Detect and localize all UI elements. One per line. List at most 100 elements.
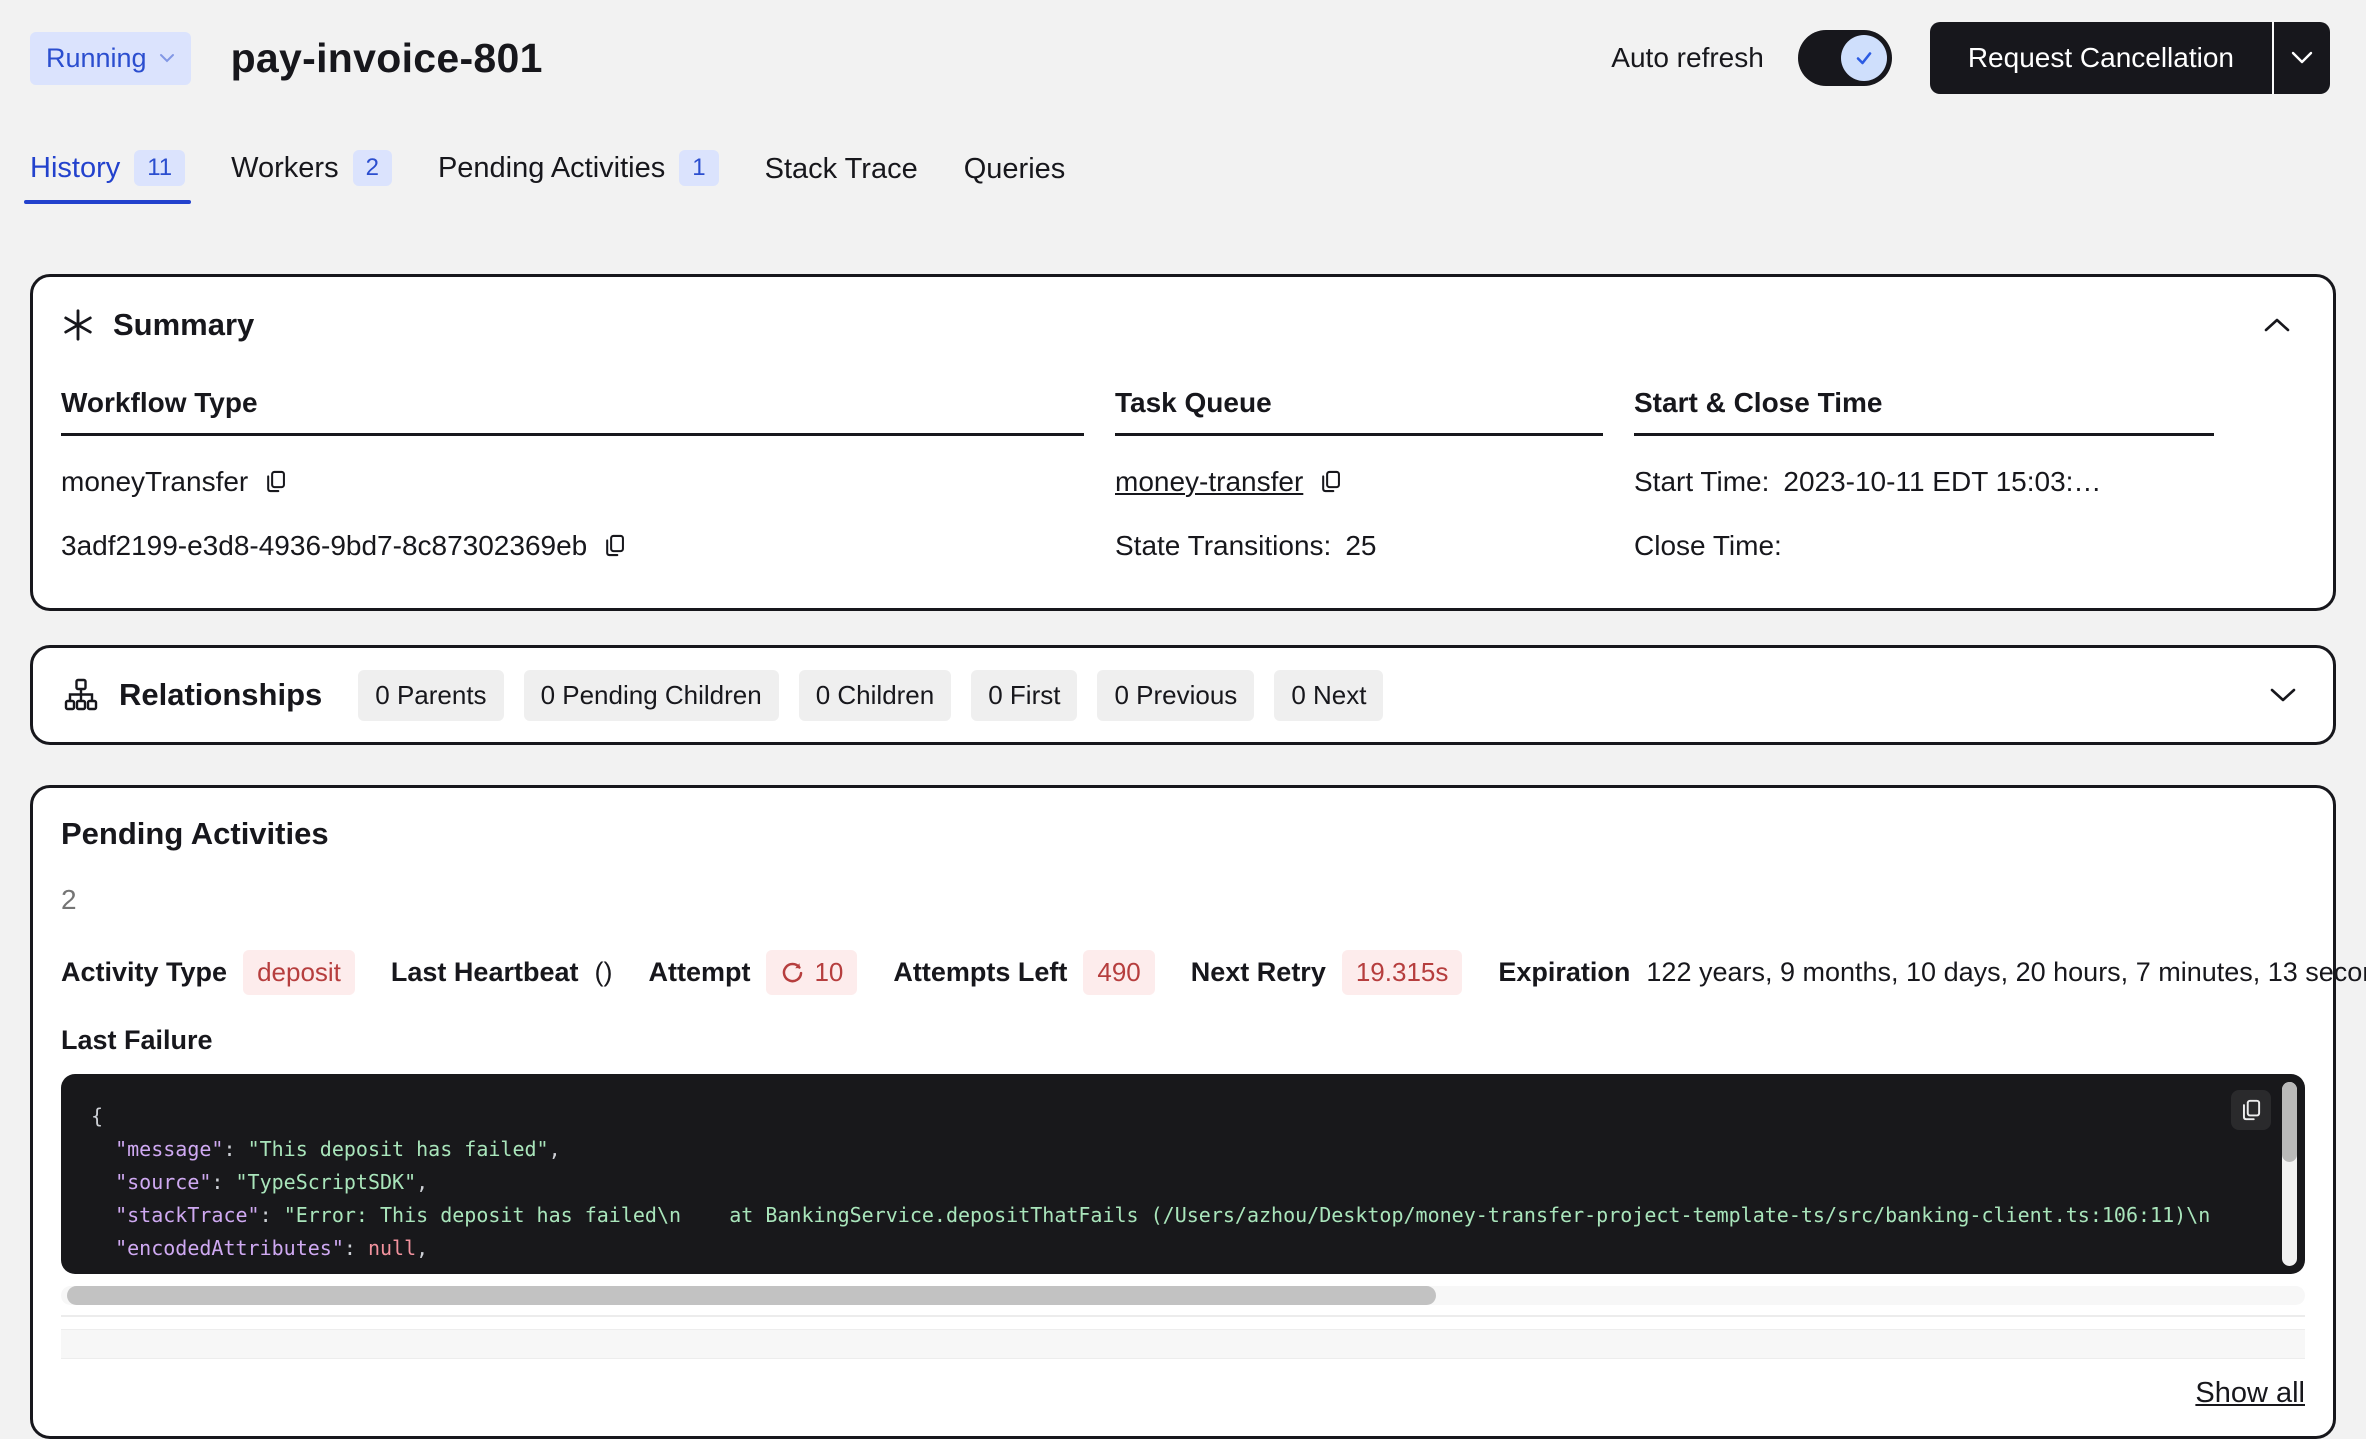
expand-relationships-button[interactable]: [2263, 681, 2303, 709]
next-retry-badge: 19.315s: [1342, 950, 1463, 995]
page-header: Running pay-invoice-801 Auto refresh Req…: [0, 0, 2366, 94]
workflow-type-value: moneyTransfer: [61, 466, 248, 498]
copy-icon: [601, 532, 628, 559]
copy-workflow-type-button[interactable]: [262, 468, 289, 495]
activity-attributes-row: Activity Type deposit Last Heartbeat () …: [61, 950, 2305, 995]
children-count-badge: 0 Children: [799, 670, 952, 721]
toggle-knob: [1841, 35, 1887, 81]
pending-activities-title: Pending Activities: [61, 816, 2305, 852]
show-all-link[interactable]: Show all: [61, 1377, 2305, 1410]
tab-label: Pending Activities: [438, 152, 665, 185]
attempt-attr: Attempt 10: [648, 950, 857, 995]
horizontal-scrollbar-thumb[interactable]: [67, 1286, 1436, 1305]
attempt-label: Attempt: [648, 957, 750, 988]
run-id-value: 3adf2199-e3d8-4936-9bd7-8c87302369eb: [61, 530, 587, 562]
workflow-type-column: Workflow Type moneyTransfer 3adf2199-e3d…: [61, 387, 1084, 564]
vertical-scrollbar[interactable]: [2282, 1082, 2297, 1266]
next-retry-attr: Next Retry 19.315s: [1191, 950, 1463, 995]
summary-title: Summary: [113, 307, 254, 343]
horizontal-scrollbar[interactable]: [61, 1286, 2305, 1305]
chevron-up-icon: [2261, 315, 2293, 335]
relationships-card: Relationships 0 Parents 0 Pending Childr…: [30, 645, 2336, 745]
expiration-attr: Expiration 122 years, 9 months, 10 days,…: [1498, 957, 2366, 988]
start-time-label: Start Time:: [1634, 466, 1769, 498]
pending-children-count-badge: 0 Pending Children: [524, 670, 779, 721]
previous-count-badge: 0 Previous: [1097, 670, 1254, 721]
pending-activities-count: 2: [61, 884, 2305, 916]
auto-refresh-toggle[interactable]: [1798, 30, 1892, 86]
attempts-left-label: Attempts Left: [893, 957, 1067, 988]
title-group: Running pay-invoice-801: [30, 32, 543, 85]
next-count-badge: 0 Next: [1274, 670, 1383, 721]
first-count-badge: 0 First: [971, 670, 1077, 721]
status-label: Running: [46, 43, 147, 74]
state-transitions-value: 25: [1345, 530, 1376, 562]
header-actions: Auto refresh Request Cancellation: [1611, 22, 2330, 94]
last-failure-label: Last Failure: [61, 1025, 2305, 1056]
task-queue-column: Task Queue money-transfer State Transiti…: [1115, 387, 1603, 564]
last-heartbeat-label: Last Heartbeat: [391, 957, 579, 988]
tab-count-badge: 2: [353, 150, 392, 186]
start-close-time-header: Start & Close Time: [1634, 387, 2214, 436]
status-badge[interactable]: Running: [30, 32, 191, 85]
collapsed-activity-row: [61, 1329, 2305, 1359]
tab-bar: History 11 Workers 2 Pending Activities …: [0, 150, 2366, 204]
summary-header: Summary: [61, 307, 2305, 343]
attempt-value: 10: [814, 957, 843, 988]
collapse-summary-button[interactable]: [2257, 311, 2297, 339]
start-time-value: 2023-10-11 EDT 15:03:…: [1783, 466, 2101, 498]
auto-refresh-label: Auto refresh: [1611, 42, 1764, 74]
page-title: pay-invoice-801: [231, 35, 543, 82]
failure-code: { "message": "This deposit has failed", …: [61, 1074, 2305, 1274]
copy-failure-button[interactable]: [2231, 1090, 2271, 1130]
expiration-value: 122 years, 9 months, 10 days, 20 hours, …: [1646, 957, 2366, 988]
tab-label: Stack Trace: [765, 153, 918, 186]
workflow-type-header: Workflow Type: [61, 387, 1084, 436]
attempt-badge: 10: [766, 950, 857, 995]
hierarchy-icon: [63, 677, 99, 713]
attempts-left-badge: 490: [1083, 950, 1154, 995]
copy-icon: [262, 468, 289, 495]
asterisk-icon: [61, 308, 95, 342]
tab-pending-activities[interactable]: Pending Activities 1: [438, 150, 719, 204]
copy-run-id-button[interactable]: [601, 532, 628, 559]
summary-card: Summary Workflow Type moneyTransfer 3adf…: [30, 274, 2336, 611]
check-icon: [1852, 46, 1876, 70]
tab-label: Queries: [964, 153, 1066, 186]
next-retry-label: Next Retry: [1191, 957, 1326, 988]
activity-type-attr: Activity Type deposit: [61, 950, 355, 995]
tab-queries[interactable]: Queries: [964, 153, 1066, 204]
start-close-time-column: Start & Close Time Start Time: 2023-10-1…: [1634, 387, 2214, 564]
activity-type-badge: deposit: [243, 950, 355, 995]
copy-task-queue-button[interactable]: [1317, 468, 1344, 495]
chevron-down-icon: [2267, 685, 2299, 705]
last-failure-code-block: { "message": "This deposit has failed", …: [61, 1074, 2305, 1274]
attempts-left-attr: Attempts Left 490: [893, 950, 1154, 995]
parents-count-badge: 0 Parents: [358, 670, 503, 721]
relationships-title: Relationships: [119, 677, 322, 713]
retry-icon: [780, 960, 805, 985]
tab-history[interactable]: History 11: [30, 150, 185, 204]
copy-icon: [1317, 468, 1344, 495]
pending-activities-card: Pending Activities 2 Activity Type depos…: [30, 785, 2336, 1439]
tab-count-badge: 11: [134, 150, 185, 186]
activity-type-label: Activity Type: [61, 957, 227, 988]
vertical-scrollbar-thumb[interactable]: [2282, 1082, 2297, 1162]
close-time-label: Close Time:: [1634, 530, 1782, 562]
task-queue-header: Task Queue: [1115, 387, 1603, 436]
tab-label: History: [30, 152, 120, 185]
summary-columns: Workflow Type moneyTransfer 3adf2199-e3d…: [61, 387, 2305, 564]
tab-stack-trace[interactable]: Stack Trace: [765, 153, 918, 204]
tab-label: Workers: [231, 152, 338, 185]
tab-workers[interactable]: Workers 2: [231, 150, 392, 204]
last-heartbeat-attr: Last Heartbeat (): [391, 957, 613, 988]
last-heartbeat-value: (): [594, 957, 612, 988]
state-transitions-label: State Transitions:: [1115, 530, 1331, 562]
tab-count-badge: 1: [679, 150, 718, 186]
request-cancellation-button[interactable]: Request Cancellation: [1930, 22, 2272, 94]
cancellation-options-button[interactable]: [2272, 22, 2330, 94]
row-divider: [61, 1315, 2305, 1317]
chevron-down-icon: [159, 53, 175, 63]
cancel-button-group: Request Cancellation: [1930, 22, 2330, 94]
task-queue-link[interactable]: money-transfer: [1115, 466, 1303, 498]
